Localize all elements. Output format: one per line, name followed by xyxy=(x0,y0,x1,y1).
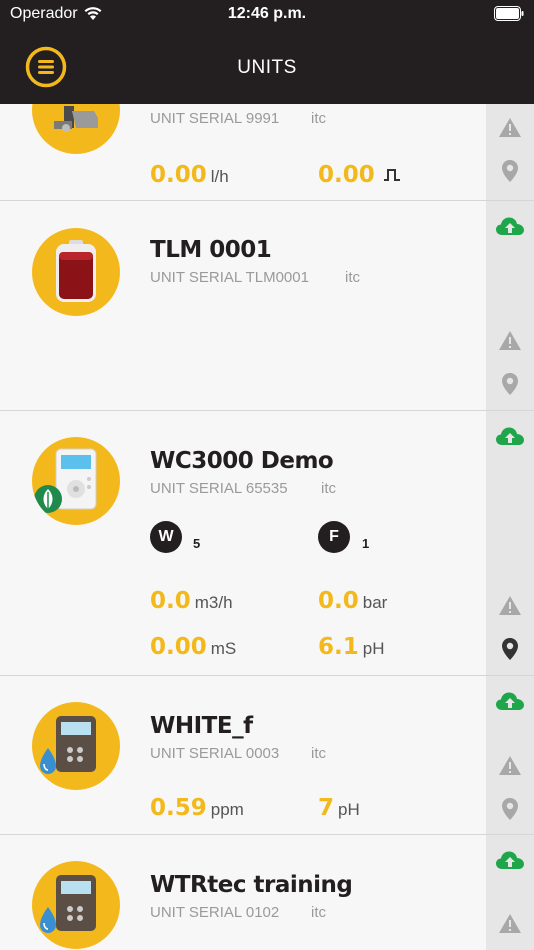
warning-icon[interactable] xyxy=(498,116,522,140)
warning-icon[interactable] xyxy=(498,912,522,936)
battery-icon xyxy=(494,6,524,21)
location-icon[interactable] xyxy=(498,159,522,183)
metric: 0.0 bar xyxy=(318,588,387,614)
metric-unit: pH xyxy=(362,639,385,658)
cloud-upload-icon[interactable] xyxy=(495,425,525,449)
status-bar: Operador 12:46 p.m. xyxy=(0,0,534,30)
unit-actions xyxy=(486,835,534,950)
page-title: UNITS xyxy=(237,57,297,78)
metric-unit: pH xyxy=(338,800,360,819)
metric: 0.0 m3/h xyxy=(150,588,233,614)
unit-actions xyxy=(486,411,534,675)
warning-icon[interactable] xyxy=(498,754,522,778)
unit-owner: itc xyxy=(311,110,326,127)
metric-unit: mS xyxy=(210,639,237,658)
metric: 6.1 pH xyxy=(318,634,384,660)
metric-value: 0.59 xyxy=(150,795,207,821)
warning-icon[interactable] xyxy=(498,594,522,618)
unit-serial: UNIT SERIAL 9991 xyxy=(150,110,280,127)
unit-actions xyxy=(486,201,534,410)
unit-name: WHITE_f xyxy=(150,713,253,739)
cloud-upload-icon[interactable] xyxy=(495,690,525,714)
metric: 7 pH xyxy=(318,795,360,821)
unit-avatar xyxy=(32,702,120,790)
unit-owner: itc xyxy=(321,480,336,497)
location-icon[interactable] xyxy=(498,797,522,821)
unit-serial: UNIT SERIAL 0003 xyxy=(150,745,280,762)
unit-owner: itc xyxy=(311,904,326,921)
unit-card[interactable]: WHITE_f UNIT SERIAL 0003 itc 0.59 ppm 7 pH xyxy=(0,676,534,835)
unit-serial: UNIT SERIAL 65535 xyxy=(150,480,288,497)
unit-owner: itc xyxy=(345,269,360,286)
metric: 0.00 mS xyxy=(150,634,236,660)
metric-value: 0.0 xyxy=(318,588,359,614)
metric: 0.59 ppm xyxy=(150,795,244,821)
unit-actions xyxy=(486,104,534,200)
unit-card[interactable]: UNIT SERIAL 9991 itc 0.00 l/h 0.00 xyxy=(0,104,534,201)
metric: 0.00 l/h xyxy=(150,162,229,188)
unit-serial: UNIT SERIAL TLM0001 xyxy=(150,269,309,286)
status-badge: F xyxy=(318,521,350,553)
unit-card[interactable]: TLM 0001 UNIT SERIAL TLM0001 itc xyxy=(0,201,534,411)
unit-name: WC3000 Demo xyxy=(150,448,334,474)
metric-unit: bar xyxy=(362,593,388,612)
controller-icon xyxy=(40,875,96,933)
unit-owner: itc xyxy=(311,745,326,762)
badge-count: 5 xyxy=(193,536,201,551)
unit-serial: UNIT SERIAL 0102 xyxy=(150,904,280,921)
unit-actions xyxy=(486,676,534,834)
cloud-upload-icon[interactable] xyxy=(495,849,525,873)
metric-unit: l/h xyxy=(210,167,229,186)
metric-value: 7 xyxy=(318,795,335,821)
controller-icon xyxy=(34,448,97,513)
unit-avatar xyxy=(32,228,120,316)
metric-value: 0.00 xyxy=(150,634,207,660)
badge-count: 1 xyxy=(362,536,370,551)
metric-value: 6.1 xyxy=(318,634,359,660)
tank-icon xyxy=(56,240,96,302)
cloud-upload-icon[interactable] xyxy=(495,215,525,239)
units-list[interactable]: UNIT SERIAL 9991 itc 0.00 l/h 0.00 TLM 0… xyxy=(0,104,534,950)
location-icon[interactable] xyxy=(498,372,522,396)
metric-value: 0.0 xyxy=(150,588,191,614)
flowmeter-icon xyxy=(54,106,98,132)
controller-icon xyxy=(40,716,96,774)
unit-avatar xyxy=(32,861,120,949)
metric-unit: ppm xyxy=(210,800,244,819)
clock: 12:46 p.m. xyxy=(227,5,307,22)
unit-name: WTRtec training xyxy=(150,872,353,898)
warning-icon[interactable] xyxy=(498,329,522,353)
unit-avatar xyxy=(32,437,120,525)
unit-card[interactable]: WTRtec training UNIT SERIAL 0102 itc xyxy=(0,835,534,950)
pulse-icon xyxy=(384,169,401,181)
metric-value: 0.00 xyxy=(150,162,207,188)
unit-avatar xyxy=(32,104,120,154)
app-header: UNITS xyxy=(0,30,534,104)
metric-unit: m3/h xyxy=(194,593,233,612)
location-icon[interactable] xyxy=(498,637,522,661)
unit-card[interactable]: WC3000 Demo UNIT SERIAL 65535 itc W 5 F … xyxy=(0,411,534,676)
unit-name: TLM 0001 xyxy=(150,237,272,263)
metric-value: 0.00 xyxy=(318,162,375,188)
status-badge: W xyxy=(150,521,182,553)
metric: 0.00 xyxy=(318,162,401,188)
